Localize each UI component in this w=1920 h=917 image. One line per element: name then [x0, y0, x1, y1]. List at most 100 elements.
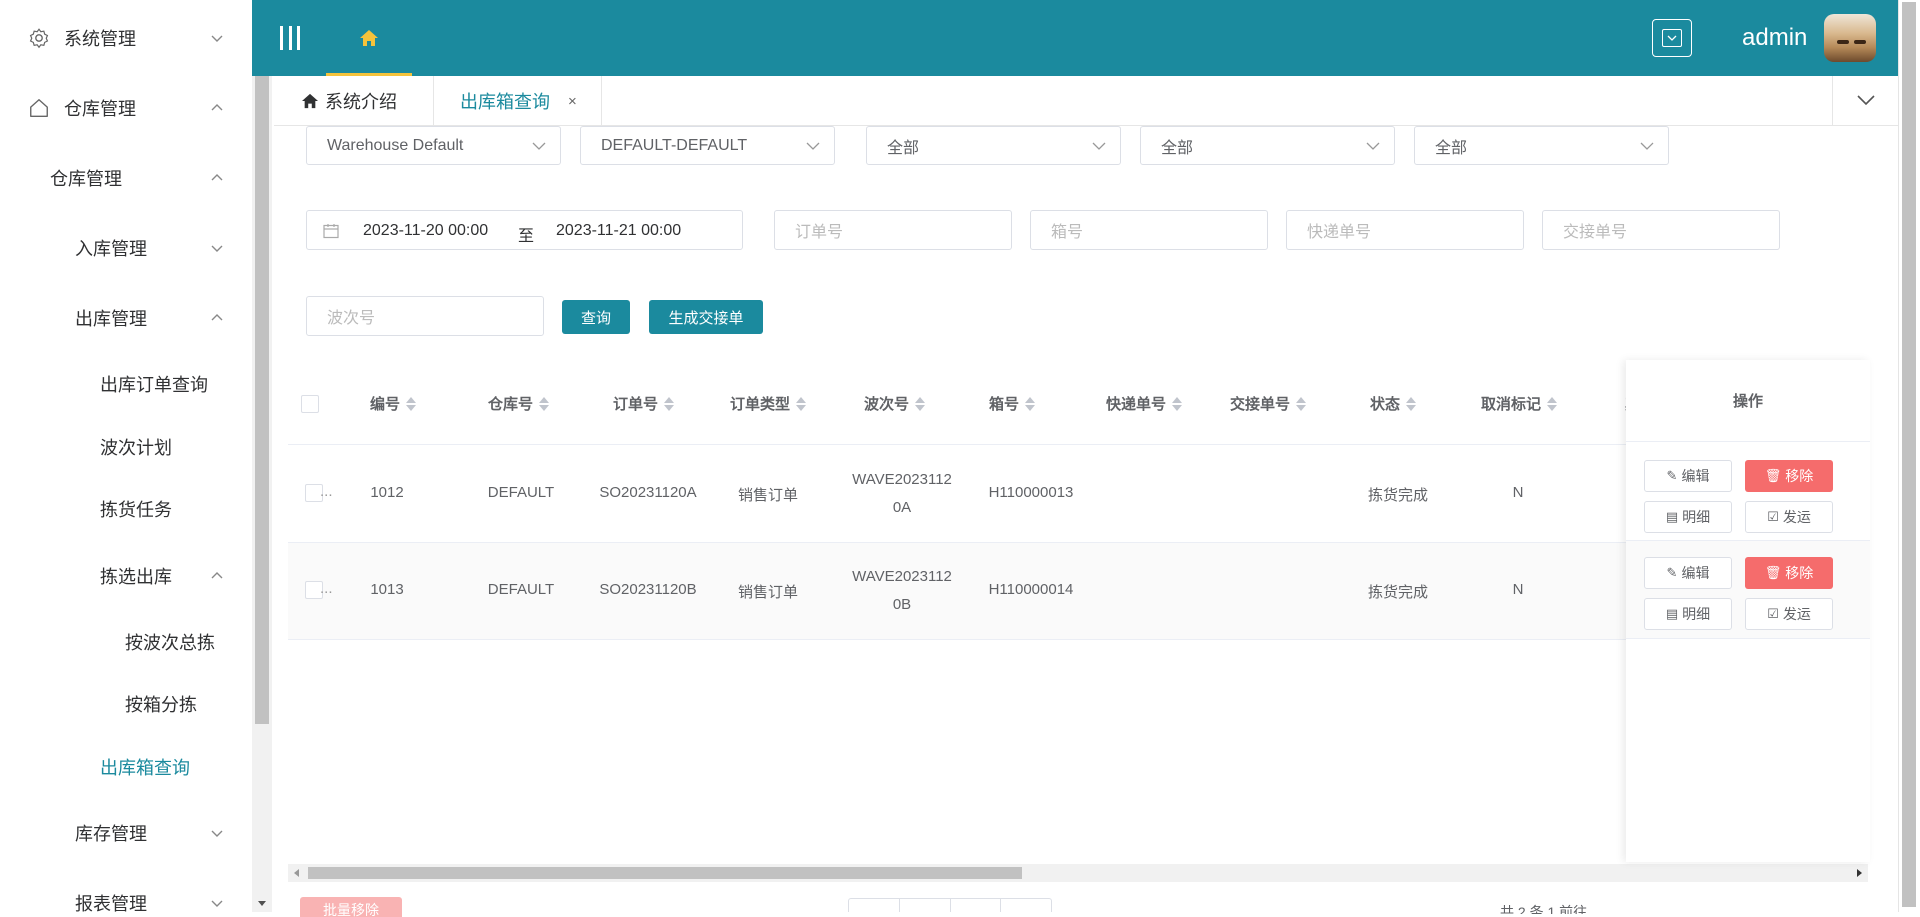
col-order[interactable]: 订单号 — [613, 393, 675, 414]
batch-remove-button[interactable]: 批量移除 — [300, 897, 402, 917]
ship-button[interactable]: ☑ 发运 — [1745, 598, 1833, 630]
cell-cancel-flag: N — [1512, 484, 1524, 501]
select-all-checkbox[interactable] — [301, 395, 319, 413]
sort-icon[interactable] — [1025, 396, 1036, 412]
sidebar-item-picking-task[interactable]: 拣货任务 — [0, 489, 252, 529]
sidebar-scrollbar-thumb[interactable] — [255, 76, 269, 724]
chevron-down-icon — [211, 245, 223, 252]
scroll-down-arrow-icon[interactable] — [258, 901, 266, 906]
date-range-picker[interactable]: 2023-11-20 00:00 至 2023-11-21 00:00 — [306, 210, 743, 250]
scroll-right-arrow-icon[interactable] — [1857, 869, 1862, 877]
detail-button[interactable]: ▤ 明细 — [1644, 598, 1732, 630]
tab-more-button[interactable] — [1832, 76, 1898, 126]
tab-system-intro[interactable]: 系统介绍 — [274, 76, 434, 126]
tab-outbound-box-query[interactable]: 出库箱查询 × — [434, 76, 602, 126]
avatar[interactable] — [1824, 14, 1876, 62]
horizontal-scrollbar-thumb[interactable] — [308, 867, 1022, 879]
sidebar-item-warehouse[interactable]: 仓库管理 — [0, 88, 252, 128]
col-warehouse[interactable]: 仓库号 — [488, 393, 550, 414]
home-outline-icon — [30, 99, 48, 117]
col-cancel-flag[interactable]: 取消标记 — [1481, 393, 1558, 414]
sort-icon[interactable] — [406, 396, 417, 412]
header-home-button[interactable] — [326, 0, 412, 76]
refresh-icon[interactable] — [849, 899, 900, 912]
sidebar-item-outbound-orders[interactable]: 出库订单查询 — [0, 364, 252, 404]
detail-button[interactable]: ▤ 明细 — [1644, 501, 1732, 533]
sidebar-item-label: 拣货任务 — [100, 500, 172, 520]
generate-handover-button[interactable]: 生成交接单 — [649, 300, 763, 334]
hamburger-icon[interactable] — [280, 26, 300, 50]
wave-no-input[interactable]: 波次号 — [306, 296, 544, 336]
placeholder: 订单号 — [795, 224, 844, 241]
col-handover[interactable]: 交接单号 — [1230, 393, 1307, 414]
col-wave[interactable]: 波次号 — [864, 393, 926, 414]
sort-icon[interactable] — [1406, 396, 1417, 412]
chevron-down-icon — [806, 142, 820, 150]
page-scrollbar-thumb[interactable] — [1902, 2, 1916, 907]
sort-icon[interactable] — [539, 396, 550, 412]
date-end[interactable]: 2023-11-21 00:00 — [556, 222, 681, 240]
filter-select-5[interactable]: 全部 — [1414, 126, 1669, 165]
cell-box: H110000014 — [988, 581, 1074, 598]
filter-icon[interactable] — [900, 899, 951, 912]
page-scrollbar[interactable] — [1898, 0, 1920, 912]
owner-select[interactable]: DEFAULT-DEFAULT — [580, 126, 835, 165]
calendar-icon — [323, 224, 339, 239]
date-start[interactable]: 2023-11-20 00:00 — [363, 222, 488, 240]
sort-icon[interactable] — [664, 396, 675, 412]
export-icon[interactable] — [951, 899, 1002, 912]
box-no-input[interactable]: 箱号 — [1030, 210, 1268, 250]
sidebar-item-outbound[interactable]: 出库管理 — [0, 298, 252, 338]
sidebar-item-inventory[interactable]: 库存管理 — [0, 813, 252, 853]
edit-button[interactable]: ✎ 编辑 — [1644, 557, 1732, 589]
chevron-down-icon — [532, 142, 546, 150]
sidebar-item-pick-out[interactable]: 拣选出库 — [0, 556, 252, 596]
order-no-input[interactable]: 订单号 — [774, 210, 1012, 250]
col-box[interactable]: 箱号 — [989, 393, 1036, 414]
table-horizontal-scrollbar[interactable] — [288, 864, 1868, 882]
select-value: 全部 — [887, 139, 920, 157]
handover-no-input[interactable]: 交接单号 — [1542, 210, 1780, 250]
placeholder: 波次号 — [327, 310, 376, 327]
chevron-up-icon — [211, 314, 223, 321]
ship-button[interactable]: ☑ 发运 — [1745, 501, 1833, 533]
sidebar-item-warehouse-sub[interactable]: 仓库管理 — [0, 158, 252, 198]
scroll-left-arrow-icon[interactable] — [294, 869, 299, 877]
sort-icon[interactable] — [915, 396, 926, 412]
col-status[interactable]: 状态 — [1370, 393, 1417, 414]
edit-button[interactable]: ✎ 编辑 — [1644, 460, 1732, 492]
sort-icon[interactable] — [1296, 396, 1307, 412]
sidebar-item-inbound[interactable]: 入库管理 — [0, 228, 252, 268]
remove-button[interactable]: 🗑 移除 — [1745, 557, 1833, 589]
placeholder: 交接单号 — [1563, 224, 1628, 241]
col-actions: 操作 — [1626, 360, 1870, 442]
col-id[interactable]: 编号 — [370, 393, 417, 414]
tab-bar: 系统介绍 出库箱查询 × — [274, 76, 1898, 126]
sidebar-item-wave-pick[interactable]: 按波次总拣 — [0, 622, 252, 662]
sidebar-item-box-sort[interactable]: 按箱分拣 — [0, 684, 252, 724]
sidebar-item-wave-plan[interactable]: 波次计划 — [0, 427, 252, 467]
sort-icon[interactable] — [796, 396, 807, 412]
sort-icon[interactable] — [1547, 396, 1558, 412]
filter-select-4[interactable]: 全部 — [1140, 126, 1395, 165]
sidebar-scrollbar[interactable] — [252, 76, 272, 912]
select-value: 全部 — [1435, 139, 1468, 157]
col-order-type[interactable]: 订单类型 — [730, 393, 807, 414]
sidebar-item-outbound-box-query[interactable]: 出库箱查询 — [0, 747, 252, 787]
sidebar-item-reports[interactable]: 报表管理 — [0, 883, 252, 912]
filter-select-3[interactable]: 全部 — [866, 126, 1121, 165]
col-express[interactable]: 快递单号 — [1106, 393, 1183, 414]
warehouse-select[interactable]: Warehouse Default — [306, 126, 561, 165]
query-button[interactable]: 查询 — [562, 300, 630, 334]
header-dropdown-button[interactable] — [1652, 19, 1692, 57]
share-icon[interactable] — [1001, 899, 1051, 912]
express-no-input[interactable]: 快递单号 — [1286, 210, 1524, 250]
chevron-down-icon — [211, 900, 223, 907]
sort-icon[interactable] — [1172, 396, 1183, 412]
placeholder: 箱号 — [1051, 224, 1084, 241]
username[interactable]: admin — [1742, 24, 1807, 52]
chevron-down-icon — [1366, 142, 1380, 150]
close-icon[interactable]: × — [568, 93, 577, 110]
remove-button[interactable]: 🗑 移除 — [1745, 460, 1833, 492]
sidebar-item-system[interactable]: 系统管理 — [0, 18, 252, 58]
